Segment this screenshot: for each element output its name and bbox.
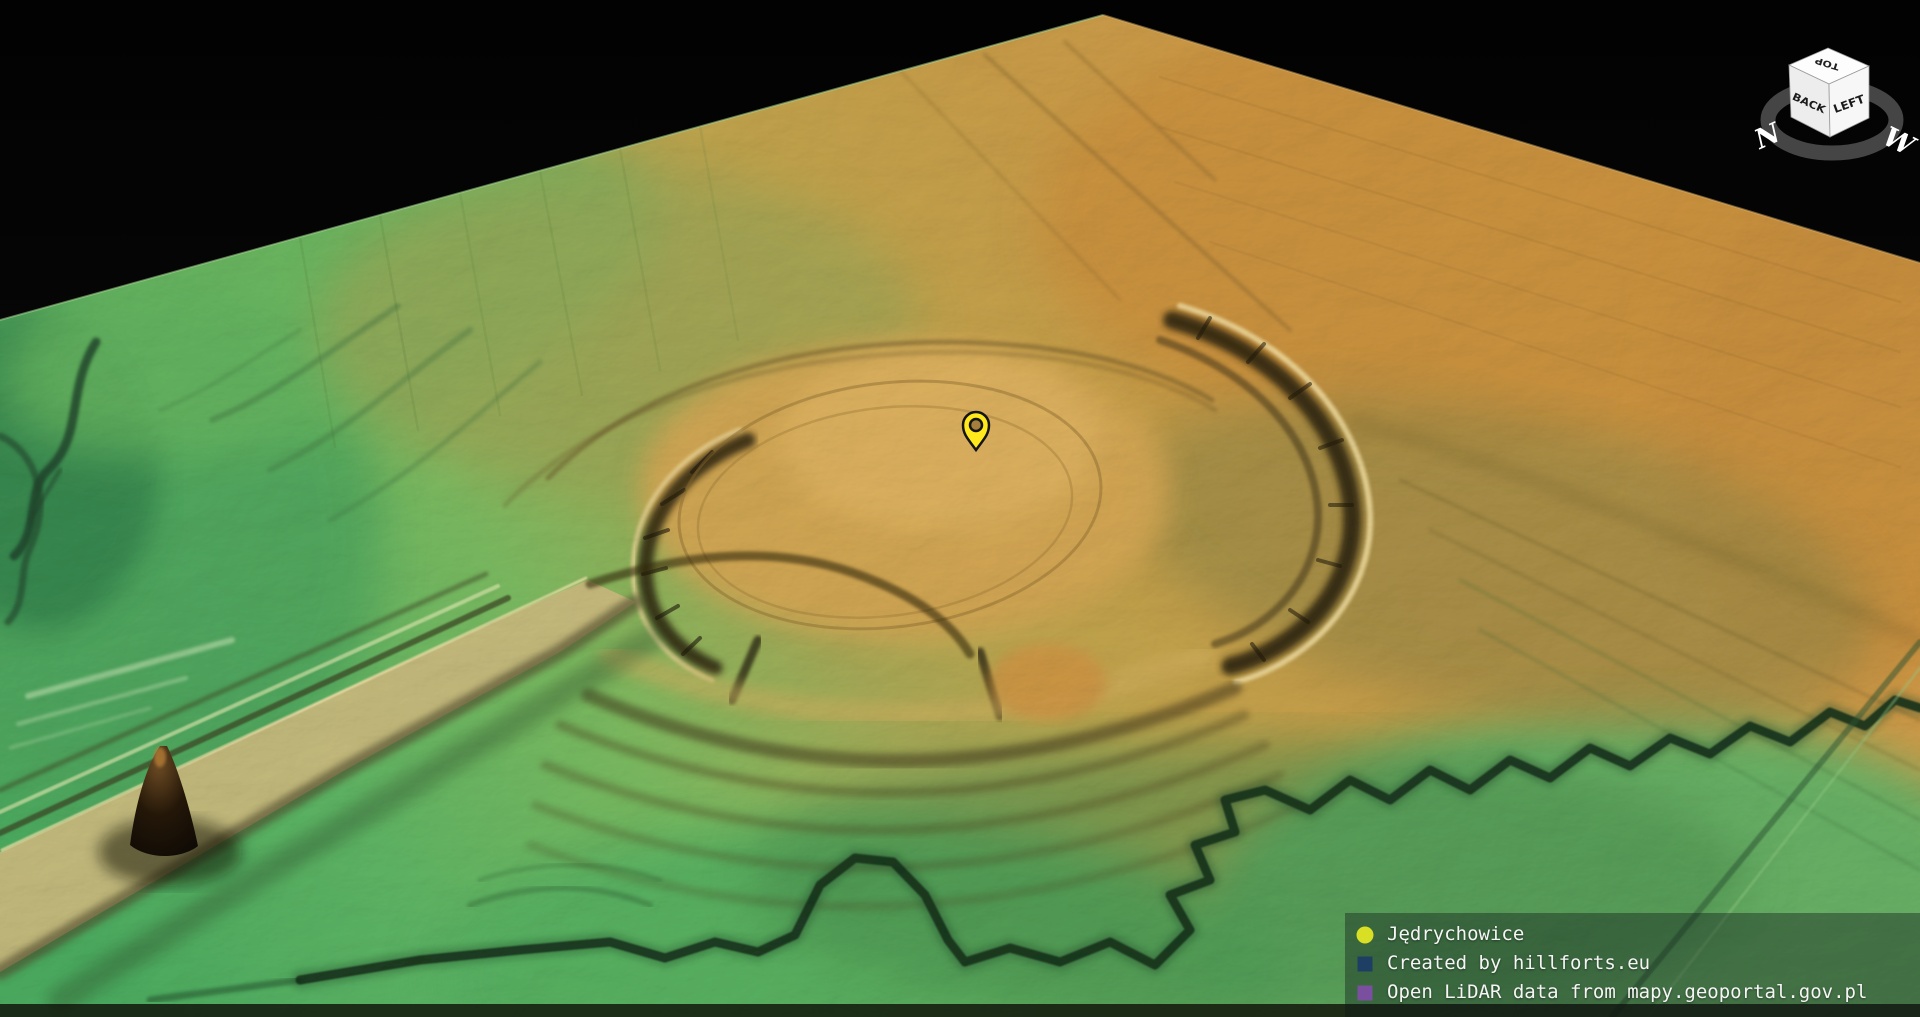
- legend-item-source: Open LiDAR data from mapy.geoportal.gov.…: [1356, 978, 1920, 1007]
- legend-label-credit: Created by hillforts.eu: [1387, 949, 1650, 978]
- terrain-viewport[interactable]: N W TOP BACK LEFT: [0, 0, 1920, 1017]
- legend-item-credit: Created by hillforts.eu: [1356, 949, 1920, 978]
- legend-label-source: Open LiDAR data from mapy.geoportal.gov.…: [1387, 978, 1867, 1007]
- credit-swatch: [1356, 955, 1374, 973]
- legend-item-location: Jędrychowice: [1356, 920, 1920, 949]
- legend-label-location: Jędrychowice: [1387, 920, 1524, 949]
- data-source-swatch: [1356, 984, 1374, 1002]
- legend: Jędrychowice Created by hillforts.eu Ope…: [1345, 913, 1920, 1017]
- location-marker-swatch: [1356, 926, 1374, 944]
